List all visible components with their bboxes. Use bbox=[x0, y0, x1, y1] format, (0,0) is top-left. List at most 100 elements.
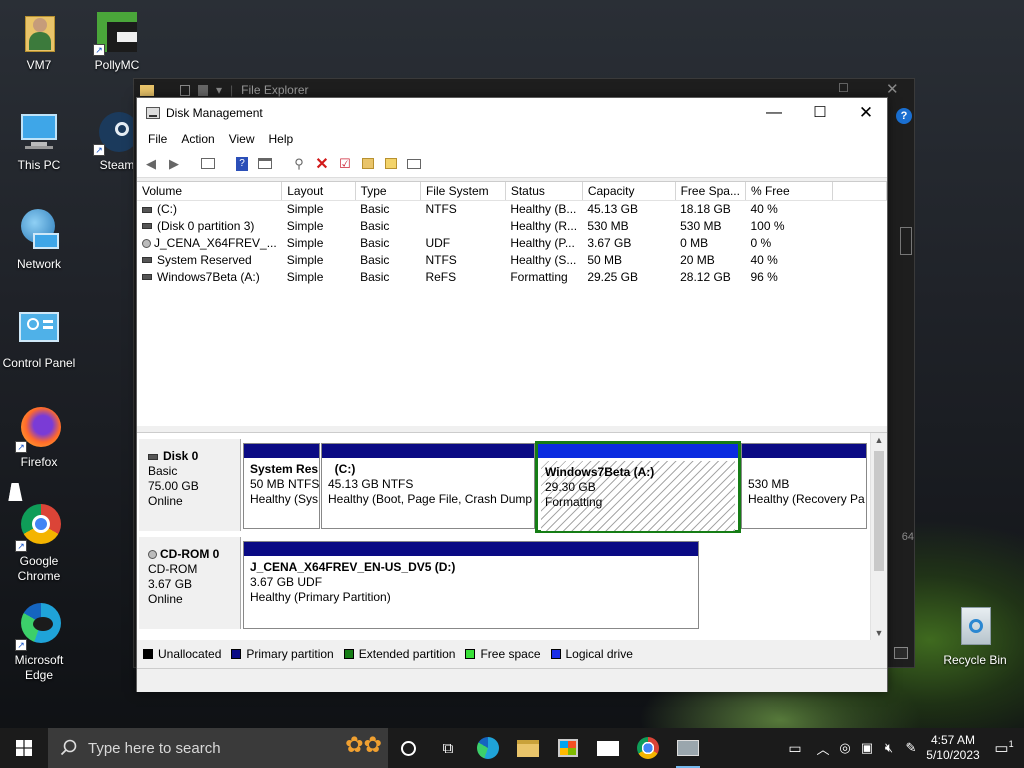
close-button[interactable]: ✕ bbox=[843, 98, 889, 128]
close-button[interactable]: ✕ bbox=[886, 80, 899, 98]
desktop-icon-microsoft-edge[interactable]: ↗ Microsoft Edge bbox=[0, 603, 78, 683]
partition-recovery[interactable]: 530 MB Healthy (Recovery Pa bbox=[741, 443, 867, 529]
disk-0-label[interactable]: Disk 0 Basic 75.00 GB Online bbox=[139, 439, 241, 531]
show-hidden-icons-chevron-icon[interactable]: ︿ bbox=[812, 739, 834, 758]
col-header-type[interactable]: Type bbox=[355, 182, 421, 201]
partition-system-reserved[interactable]: System Res 50 MB NTFS Healthy (Sys bbox=[243, 443, 320, 529]
desktop-icon-vm7[interactable]: VM7 bbox=[0, 8, 78, 73]
disk-state: Online bbox=[148, 494, 183, 508]
scroll-down-arrow-icon[interactable]: ▼ bbox=[871, 626, 887, 640]
desktop-icon-this-pc[interactable]: This PC bbox=[0, 108, 78, 173]
help-icon[interactable]: ? bbox=[896, 108, 912, 124]
check-properties-icon[interactable]: ☑ bbox=[335, 154, 355, 174]
meet-now-icon[interactable]: ◎ bbox=[834, 740, 856, 756]
table-row[interactable]: (C:) Simple Basic NTFS Healthy (B... 45.… bbox=[137, 200, 887, 217]
col-header-capacity[interactable]: Capacity bbox=[582, 182, 676, 201]
menu-help[interactable]: Help bbox=[262, 132, 301, 146]
search-icon bbox=[60, 739, 77, 756]
scrollbar-thumb[interactable] bbox=[874, 451, 884, 571]
partition-status: Healthy (Sys bbox=[250, 492, 319, 506]
start-button[interactable] bbox=[0, 728, 48, 768]
capacity-cell: 45.13 GB bbox=[587, 201, 639, 216]
disk-name: Disk 0 bbox=[163, 449, 199, 463]
task-view-icon[interactable]: ⧉ bbox=[428, 728, 468, 768]
mail-icon[interactable] bbox=[588, 728, 628, 768]
desktop-icon-recycle-bin[interactable]: Recycle Bin bbox=[936, 603, 1014, 668]
status-cell: Healthy (B... bbox=[510, 201, 577, 216]
notification-center-icon[interactable]: ▭1 bbox=[984, 739, 1024, 757]
pen-icon[interactable]: ✎ bbox=[900, 740, 922, 756]
properties-list-icon[interactable] bbox=[404, 154, 424, 174]
legend-item: Primary partition bbox=[231, 647, 334, 661]
col-header-volume[interactable]: Volume bbox=[137, 182, 283, 201]
desktop-icon-firefox[interactable]: ↗ Firefox bbox=[0, 405, 78, 470]
disk-graphical-view[interactable]: Disk 0 Basic 75.00 GB Online System Res … bbox=[137, 432, 887, 640]
back-arrow-icon[interactable]: ◀ bbox=[141, 154, 161, 174]
search-placeholder: Type here to search bbox=[88, 739, 221, 757]
view-pane-icon[interactable] bbox=[255, 154, 275, 174]
free-cell: 28.12 GB bbox=[680, 269, 731, 284]
volume-muted-icon[interactable]: 🔇︎ bbox=[878, 740, 900, 756]
layout-cell: Simple bbox=[286, 218, 324, 233]
legend: Unallocated Primary partition Extended p… bbox=[137, 644, 887, 664]
open-folder-icon[interactable] bbox=[358, 154, 378, 174]
fs-cell: NTFS bbox=[425, 201, 457, 216]
delete-icon[interactable]: ✕ bbox=[312, 154, 332, 174]
desktop-icon-pollymc[interactable]: ↗ PollyMC bbox=[78, 8, 156, 73]
maximize-button[interactable]: ☐ bbox=[838, 81, 849, 95]
maximize-button[interactable]: ☐ bbox=[797, 98, 843, 128]
disk-management-taskbar-icon[interactable] bbox=[668, 728, 708, 768]
connect-drive-icon[interactable]: ⚲ bbox=[289, 154, 309, 174]
partition-cdrom-d[interactable]: J_CENA_X64FREV_EN-US_DV5 (D:) 3.67 GB UD… bbox=[243, 541, 699, 629]
menu-action[interactable]: Action bbox=[174, 132, 221, 146]
hard-disk-icon bbox=[148, 453, 158, 460]
desktop-icon-control-panel[interactable]: Control Panel bbox=[0, 306, 78, 371]
type-cell: Basic bbox=[360, 218, 390, 233]
menu-file[interactable]: File bbox=[141, 132, 174, 146]
store-icon[interactable] bbox=[548, 728, 588, 768]
menu-view[interactable]: View bbox=[222, 132, 262, 146]
desktop-icon-label: Google Chrome bbox=[17, 554, 61, 583]
forward-arrow-icon[interactable]: ▶ bbox=[164, 154, 184, 174]
explore-icon[interactable] bbox=[381, 154, 401, 174]
firefox-icon: ↗ bbox=[15, 405, 63, 453]
desktop-icon-google-chrome[interactable]: ↗ Google Chrome bbox=[0, 504, 78, 584]
col-header-layout[interactable]: Layout bbox=[281, 182, 356, 201]
col-header-percent-free[interactable]: % Free bbox=[745, 182, 834, 201]
scroll-up-arrow-icon[interactable]: ▲ bbox=[871, 433, 887, 447]
checkbox-icon bbox=[180, 84, 190, 96]
col-header-free-space[interactable]: Free Spa... bbox=[675, 182, 746, 201]
partition-c[interactable]: (C:) 45.13 GB NTFS Healthy (Boot, Page F… bbox=[321, 443, 535, 529]
disk-size: 75.00 GB bbox=[148, 479, 199, 493]
col-header-status[interactable]: Status bbox=[505, 182, 583, 201]
volume-cell: J_CENA_X64FREV_... bbox=[137, 234, 282, 251]
drive-icon bbox=[142, 274, 152, 281]
partition-windows7beta-selected[interactable]: Windows7Beta (A:) 29.30 GB Formatting bbox=[535, 441, 741, 533]
table-row[interactable]: (Disk 0 partition 3) Simple Basic Health… bbox=[137, 217, 887, 234]
disk-management-window[interactable]: Disk Management — ☐ ✕ File Action View H… bbox=[136, 97, 888, 692]
network-tray-icon[interactable]: ▣ bbox=[856, 740, 878, 756]
table-row[interactable]: J_CENA_X64FREV_... Simple Basic UDF Heal… bbox=[137, 234, 887, 251]
search-highlight-icon: ✿✿ bbox=[345, 732, 382, 757]
show-hide-console-tree-icon[interactable] bbox=[198, 154, 218, 174]
cdrom-0-label[interactable]: CD-ROM 0 CD-ROM 3.67 GB Online bbox=[139, 537, 241, 629]
system-tray: ▭ ︿ ◎ ▣ 🔇︎ ✎ 4:57 AM 5/10/2023 ▭1 bbox=[778, 728, 1024, 768]
cortana-icon[interactable] bbox=[388, 728, 428, 768]
help-icon[interactable]: ? bbox=[232, 154, 252, 174]
file-explorer-taskbar-icon[interactable] bbox=[508, 728, 548, 768]
details-view-button[interactable] bbox=[894, 647, 908, 659]
table-row[interactable]: Windows7Beta (A:) Simple Basic ReFS Form… bbox=[137, 268, 887, 285]
desktop-icon-network[interactable]: Network bbox=[0, 207, 78, 272]
search-box[interactable]: Type here to search ✿✿ bbox=[48, 728, 388, 768]
layout-cell: Simple bbox=[286, 201, 324, 216]
volume-list[interactable]: Volume Layout Type File System Status Ca… bbox=[137, 181, 887, 426]
col-header-file-system[interactable]: File System bbox=[420, 182, 506, 201]
minimize-button[interactable]: — bbox=[751, 98, 797, 128]
chrome-taskbar-icon[interactable] bbox=[628, 728, 668, 768]
graph-vertical-scrollbar[interactable]: ▲ ▼ bbox=[870, 433, 887, 640]
dropdown-icon[interactable]: ▾ bbox=[216, 83, 222, 97]
table-row[interactable]: System Reserved Simple Basic NTFS Health… bbox=[137, 251, 887, 268]
edge-taskbar-icon[interactable] bbox=[468, 728, 508, 768]
keyboard-icon[interactable]: ▭ bbox=[778, 740, 812, 757]
clock[interactable]: 4:57 AM 5/10/2023 bbox=[922, 733, 984, 763]
